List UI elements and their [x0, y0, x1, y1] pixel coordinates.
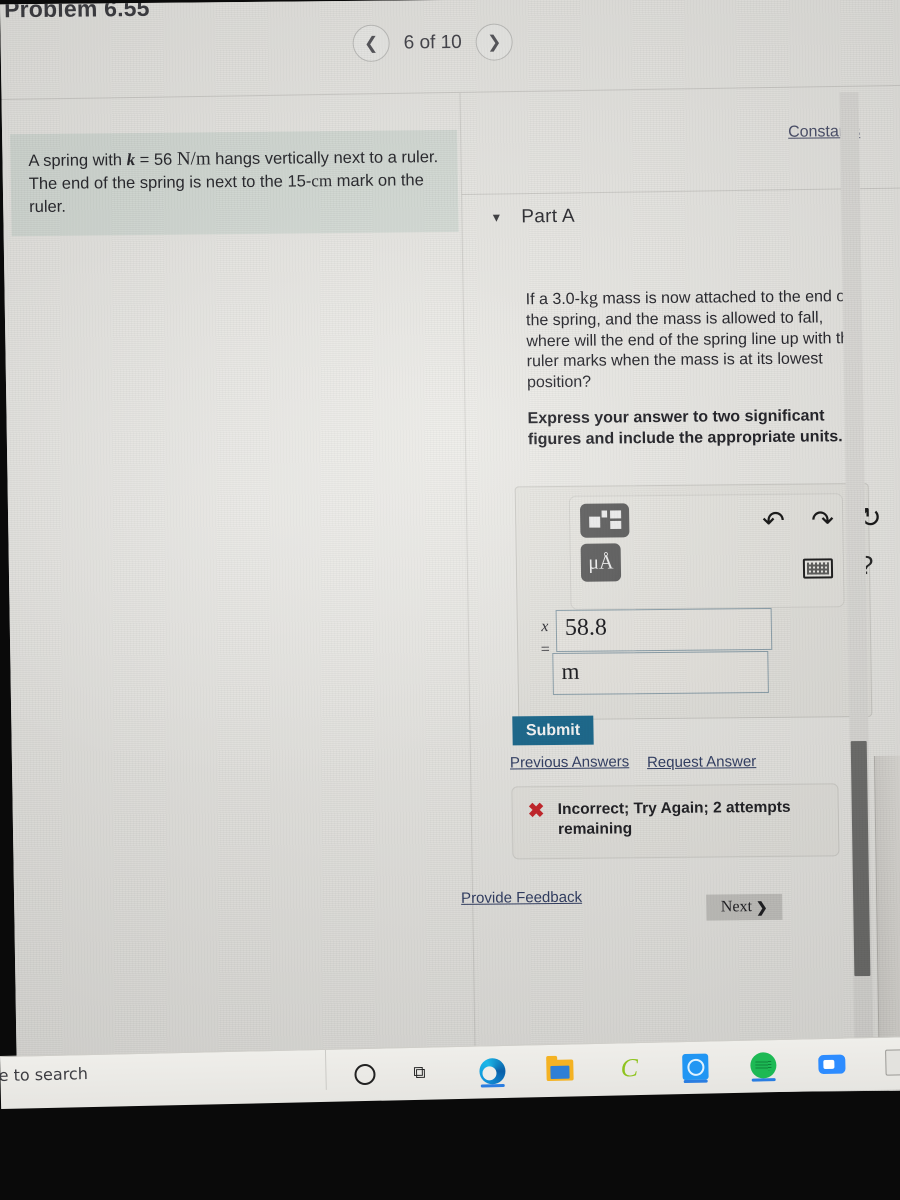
- spring-constant-unit: N/m: [176, 148, 211, 170]
- search-taskbar-text[interactable]: re to search: [0, 1064, 88, 1085]
- submit-button[interactable]: Submit: [512, 715, 594, 746]
- next-problem-button[interactable]: ❯: [475, 23, 514, 61]
- next-part-button[interactable]: Next ❯: [706, 893, 783, 921]
- problem-pagination: ❮ 6 of 10 ❯: [352, 23, 514, 62]
- answer-input-widget: μÅ ↶ ↷ ↻ ? x = 58.8 m: [514, 482, 882, 721]
- request-answer-link[interactable]: Request Answer: [647, 753, 756, 771]
- edge-browser-icon[interactable]: [473, 1052, 512, 1091]
- answer-toolbar: μÅ ↶ ↷ ↻ ?: [568, 493, 882, 610]
- result-feedback-box: ✖ Incorrect; Try Again; 2 attempts remai…: [511, 783, 840, 860]
- part-divider: [461, 187, 900, 196]
- blue-app-icon[interactable]: [676, 1047, 715, 1086]
- window-right-edge: [873, 755, 900, 1076]
- file-explorer-icon[interactable]: [540, 1050, 579, 1089]
- answer-units-input[interactable]: m: [552, 650, 769, 696]
- spring-constant-symbol: k: [126, 150, 136, 170]
- chegg-icon[interactable]: C: [610, 1049, 649, 1088]
- chevron-right-icon: ❯: [755, 898, 768, 915]
- masteringphysics-page: Problem 6.55 ❮ 6 of 10 ❯ A spring with k…: [0, 0, 900, 1100]
- answer-instruction: Express your answer to two significant f…: [527, 407, 843, 449]
- statement-text-1: A spring with: [28, 151, 127, 171]
- question-text-1: If a 3.0-: [525, 290, 581, 309]
- spotify-icon[interactable]: [744, 1046, 783, 1085]
- caret-down-icon[interactable]: ▼: [490, 211, 502, 225]
- units-button-label: μÅ: [588, 550, 614, 574]
- provide-feedback-link[interactable]: Provide Feedback: [461, 889, 582, 907]
- page-title: Problem 6.55: [3, 0, 150, 23]
- part-a-header[interactable]: ▼ Part A: [490, 206, 575, 229]
- math-template-icon[interactable]: [579, 503, 630, 538]
- undo-arrow-icon[interactable]: ↶: [762, 506, 785, 537]
- part-a-question: If a 3.0-kg mass is now attached to the …: [526, 284, 863, 394]
- part-a-label: Part A: [521, 205, 576, 228]
- answer-value-input[interactable]: 58.8: [555, 607, 773, 652]
- header-divider: [1, 84, 900, 101]
- pagination-label: 6 of 10: [403, 31, 462, 53]
- taskbar-divider: [324, 1049, 327, 1090]
- problem-statement: A spring with k = 56 N/m hangs verticall…: [10, 129, 459, 237]
- statement-equals: = 56: [134, 150, 178, 170]
- previous-answers-link[interactable]: Previous Answers: [510, 753, 629, 771]
- redo-arrow-icon[interactable]: ↷: [811, 505, 834, 536]
- keyboard-icon[interactable]: [802, 558, 834, 579]
- variable-label: x: [541, 618, 549, 636]
- red-x-icon: ✖: [527, 800, 545, 823]
- cortana-icon[interactable]: [345, 1055, 384, 1094]
- next-button-label: Next: [720, 898, 753, 916]
- previous-problem-button[interactable]: ❮: [352, 24, 390, 62]
- column-divider: [459, 91, 476, 1077]
- zoom-icon[interactable]: [812, 1044, 851, 1083]
- calculator-icon[interactable]: [878, 1043, 900, 1082]
- cm-unit: cm: [311, 171, 333, 191]
- units-button[interactable]: μÅ: [580, 543, 622, 582]
- task-view-icon[interactable]: ⧉: [400, 1053, 439, 1092]
- result-message: Incorrect; Try Again; 2 attempts remaini…: [557, 798, 791, 839]
- kg-unit: kg: [579, 287, 599, 308]
- laptop-screen-photo: Problem 6.55 ❮ 6 of 10 ❯ A spring with k…: [0, 0, 900, 1100]
